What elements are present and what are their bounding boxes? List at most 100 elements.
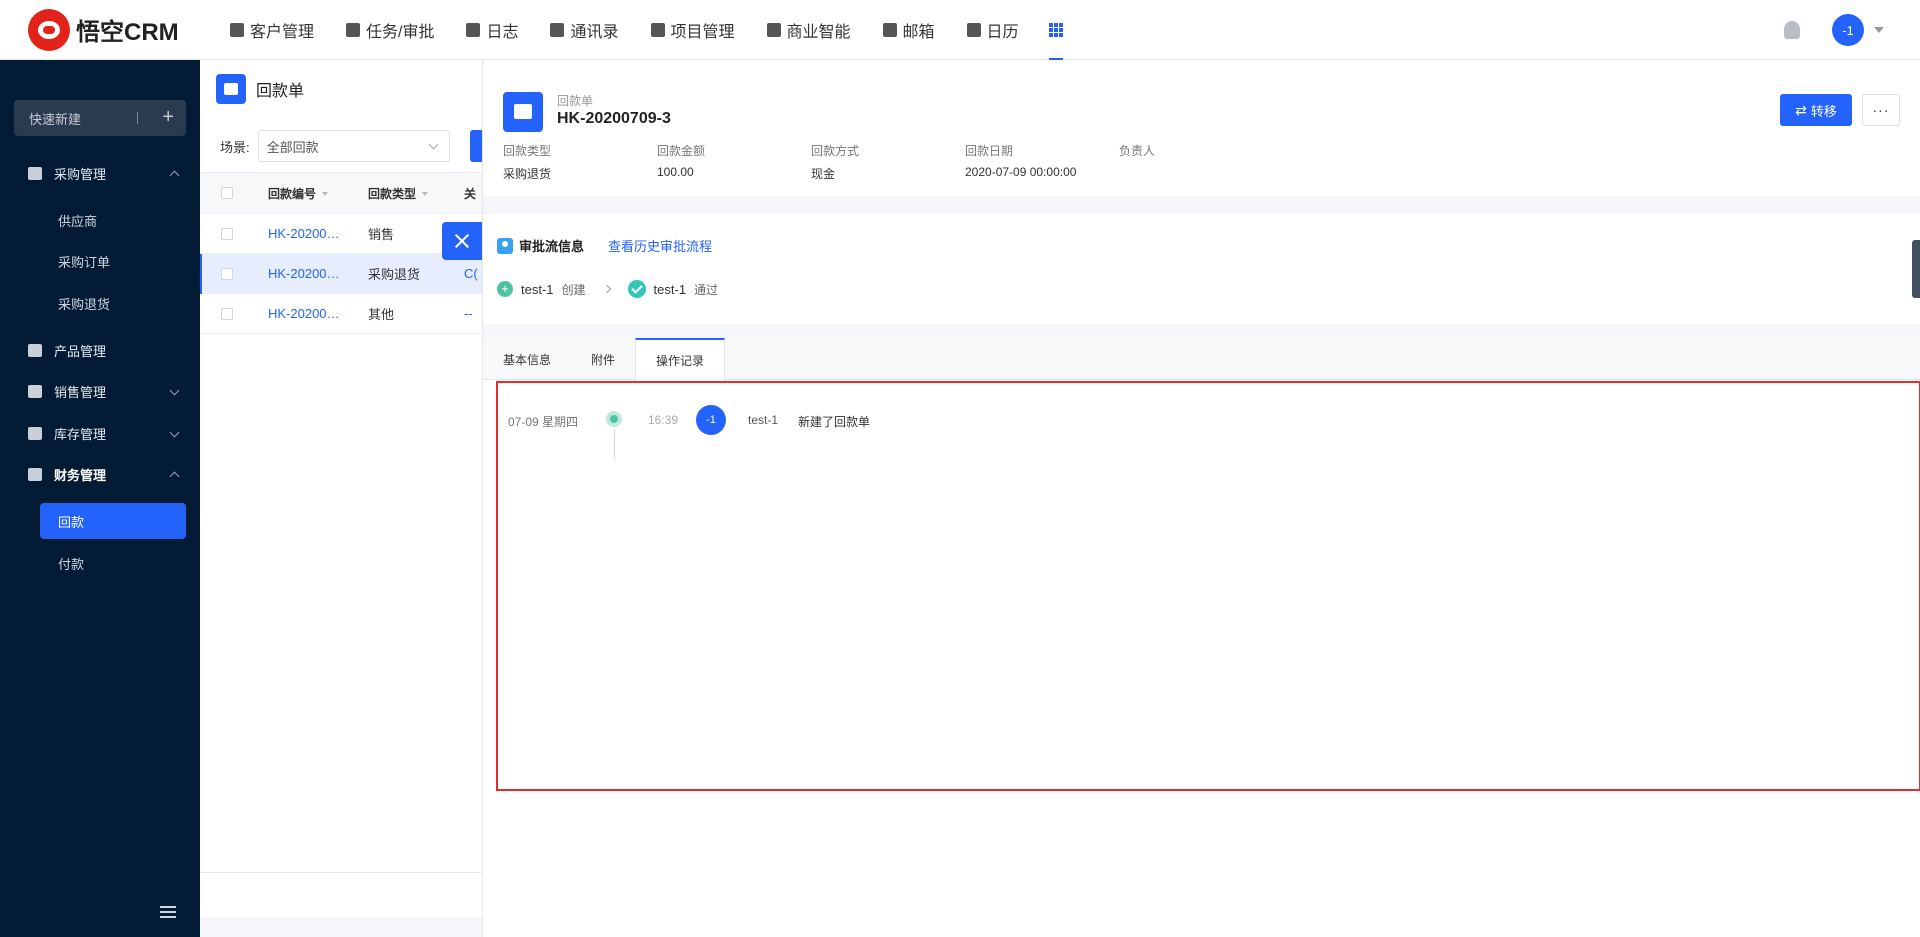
step-user: test-1	[653, 281, 687, 297]
timeline-dot-icon	[606, 411, 622, 427]
collapse-menu-icon[interactable]	[160, 906, 180, 920]
phone-book-icon	[550, 22, 565, 37]
sidebar-group-purchase[interactable]: 采购管理	[0, 153, 200, 193]
column-header-no[interactable]: 回款编号	[254, 185, 354, 202]
bell-icon[interactable]	[1784, 21, 1800, 39]
cell-no[interactable]: HK-20200…	[254, 266, 354, 281]
record-number: HK-20200709-3	[557, 110, 671, 127]
nav-label: 商业智能	[786, 23, 851, 41]
cell-type: 其他	[368, 307, 395, 322]
nav-label: 任务/审批	[366, 23, 435, 41]
sidebar-group-finance[interactable]: 财务管理	[0, 454, 200, 494]
record-type: 回款单	[557, 94, 594, 108]
field-method: 回款方式 现金	[811, 142, 965, 182]
select-all-checkbox[interactable]	[221, 187, 233, 199]
nav-label: 客户管理	[250, 23, 315, 41]
table-row[interactable]: HK-20200… 其他 --	[200, 294, 482, 334]
transfer-button[interactable]: ⇄ 转移	[1780, 94, 1852, 126]
quick-create-label: 快速新建	[29, 111, 82, 127]
briefcase-icon	[346, 22, 361, 37]
cell-no[interactable]: HK-20200…	[254, 226, 354, 241]
nav-log[interactable]: 日志	[450, 0, 534, 60]
wallet-icon	[216, 74, 246, 104]
column-label: 关	[464, 186, 477, 201]
row-checkbox[interactable]	[221, 227, 233, 240]
user-avatar[interactable]: -1	[1832, 14, 1864, 46]
sidebar-item-receivable[interactable]: 回款	[40, 503, 186, 539]
sort-icon[interactable]	[322, 192, 329, 197]
field-value: 100.00	[657, 165, 694, 179]
sidebar-item-label: 采购订单	[58, 254, 111, 270]
sidebar-item-payment[interactable]: 付款	[40, 545, 186, 581]
log-date: 07-09 星期四	[508, 415, 579, 429]
step-user: test-1	[521, 281, 554, 297]
nav-contacts[interactable]: 通讯录	[534, 0, 634, 60]
plus-icon: +	[162, 106, 174, 128]
nav-bi[interactable]: 商业智能	[751, 0, 867, 60]
sidebar-group-sales[interactable]: 销售管理	[0, 371, 200, 411]
table-header: 回款编号 回款类型 关	[200, 172, 482, 214]
table-row[interactable]: HK-20200… 采购退货 C(	[200, 254, 482, 294]
wallet-icon	[503, 92, 543, 132]
action-button-partial[interactable]	[470, 130, 482, 162]
sort-icon[interactable]	[422, 192, 429, 197]
quick-create-button[interactable]: 快速新建 +	[14, 100, 186, 136]
side-handle[interactable]	[1912, 240, 1920, 298]
tab-label: 操作记录	[656, 354, 705, 368]
log-entry: 07-09 星期四 16:39 -1 test-1 新建了回款单	[498, 401, 1919, 459]
tab-basic-info[interactable]: 基本信息	[483, 338, 571, 380]
table-row[interactable]: HK-20200… 销售	[200, 214, 482, 254]
bi-icon	[766, 22, 781, 37]
sidebar-group-product[interactable]: 产品管理	[0, 330, 200, 370]
building-icon	[230, 22, 244, 37]
cube-icon	[28, 343, 42, 357]
column-header-related[interactable]: 关	[454, 185, 482, 202]
nav-mail[interactable]: 邮箱	[867, 0, 951, 60]
field-type: 回款类型 采购退货	[503, 142, 657, 182]
close-detail-button[interactable]	[442, 222, 482, 260]
nav-customer[interactable]: 客户管理	[214, 0, 330, 60]
warehouse-icon	[28, 426, 42, 440]
nav-calendar[interactable]: 日历	[951, 0, 1035, 60]
cart-icon	[28, 166, 42, 180]
nav-apps[interactable]	[1035, 0, 1077, 60]
notebook-icon	[466, 22, 481, 37]
approval-flow: + test-1 创建 test-1 通过	[497, 280, 718, 298]
board-icon	[650, 22, 665, 37]
field-label: 回款类型	[503, 144, 552, 158]
row-checkbox[interactable]	[221, 267, 233, 280]
scene-select[interactable]: 全部回款	[257, 130, 450, 162]
tab-operation-log[interactable]: 操作记录	[635, 338, 726, 381]
field-value: 2020-07-09 00:00:00	[965, 165, 1077, 179]
nav-label: 邮箱	[902, 23, 935, 41]
row-checkbox[interactable]	[221, 307, 233, 320]
sidebar-item-supplier[interactable]: 供应商	[40, 202, 186, 238]
column-header-type[interactable]: 回款类型	[354, 185, 454, 202]
chevron-down-icon	[169, 427, 180, 438]
list-header: 回款单	[216, 74, 304, 104]
cell-type: 采购退货	[368, 267, 421, 282]
cell-no[interactable]: HK-20200…	[254, 306, 354, 321]
sidebar-item-purchase-return[interactable]: 采购退货	[40, 285, 186, 321]
tab-label: 附件	[591, 352, 616, 367]
operation-log-area: 07-09 星期四 16:39 -1 test-1 新建了回款单	[496, 381, 1920, 791]
field-date: 回款日期 2020-07-09 00:00:00	[965, 142, 1119, 182]
cell-related[interactable]: C(	[454, 266, 482, 281]
field-owner: 负责人	[1119, 142, 1273, 182]
top-navbar: 悟空CRM 客户管理 任务/审批 日志 通讯录 项目管理 商业智能 邮箱 日历 …	[0, 0, 1920, 60]
sidebar-group-inventory[interactable]: 库存管理	[0, 413, 200, 453]
cell-related[interactable]: --	[454, 306, 482, 321]
nav-project[interactable]: 项目管理	[635, 0, 751, 60]
caret-down-icon[interactable]	[1874, 27, 1884, 33]
approval-history-link[interactable]: 查看历史审批流程	[608, 236, 712, 255]
sidebar-item-label: 采购退货	[58, 296, 111, 312]
field-label: 负责人	[1119, 144, 1156, 158]
more-button[interactable]: ···	[1862, 94, 1900, 126]
sidebar-item-purchase-order[interactable]: 采购订单	[40, 243, 186, 279]
tab-attachments[interactable]: 附件	[571, 338, 635, 380]
divider	[200, 872, 482, 873]
nav-task-approval[interactable]: 任务/审批	[330, 0, 450, 60]
plus-circle-icon: +	[497, 281, 513, 297]
logo[interactable]: 悟空CRM	[28, 8, 214, 51]
sidebar-group-label: 库存管理	[54, 426, 107, 442]
